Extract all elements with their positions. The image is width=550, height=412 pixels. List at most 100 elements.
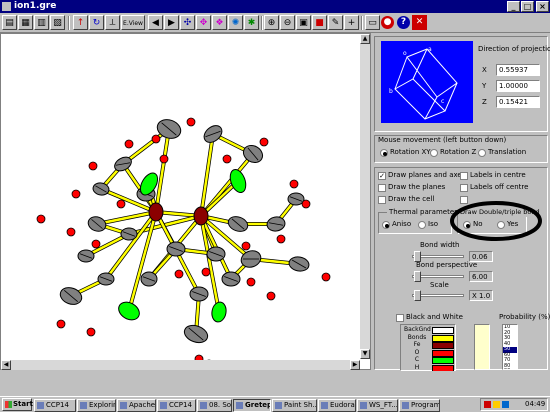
iron-atom[interactable]	[148, 202, 164, 222]
oxygen-atom[interactable]	[36, 214, 46, 224]
scroll-up-arrow-icon[interactable]: ▲	[360, 34, 370, 44]
probability-list[interactable]: 102030405060708090	[502, 324, 518, 370]
tray-icon[interactable]	[484, 401, 491, 408]
maximize-button[interactable]: □	[521, 1, 534, 12]
aniso-radio[interactable]	[382, 221, 390, 229]
stop-icon[interactable]: ●	[381, 16, 394, 29]
oxygen-atom[interactable]	[289, 179, 299, 189]
carbon-atom[interactable]	[210, 301, 227, 323]
oxygen-atom[interactable]	[174, 269, 184, 279]
black-white-checkbox[interactable]	[396, 314, 404, 322]
oxygen-atom[interactable]	[222, 154, 232, 164]
iron-atom[interactable]	[193, 206, 209, 226]
oxygen-atom[interactable]	[151, 134, 161, 144]
color-row[interactable]: C	[402, 356, 454, 364]
oxygen-atom[interactable]	[124, 139, 134, 149]
horizontal-scrollbar[interactable]: ◀ ▶	[1, 360, 360, 370]
oxygen-atom[interactable]	[201, 267, 211, 277]
open-icon[interactable]: ▤	[2, 15, 17, 30]
move-right-icon[interactable]: ▶	[164, 15, 179, 30]
print-icon[interactable]: ▥	[34, 15, 49, 30]
oxygen-atom[interactable]	[71, 189, 81, 199]
oxygen-atom[interactable]	[301, 199, 311, 209]
arrow-up-icon[interactable]: ↑	[73, 15, 88, 30]
pink-atoms-icon[interactable]: ✥	[196, 15, 211, 30]
oxygen-atom[interactable]	[66, 227, 76, 237]
move-left-icon[interactable]: ◀	[148, 15, 163, 30]
labels-centre-checkbox[interactable]	[460, 172, 468, 180]
select-icon[interactable]: ▭	[365, 15, 380, 30]
taskbar-item[interactable]: CCP14	[34, 399, 76, 412]
axes-icon[interactable]: ⟂	[105, 15, 120, 30]
document-icon[interactable]: ▧	[50, 15, 65, 30]
oxygen-atom[interactable]	[246, 277, 256, 287]
bonds-icon[interactable]: ✱	[244, 15, 259, 30]
taskbar-item[interactable]: Gretep	[233, 399, 271, 412]
help-icon[interactable]: ?	[397, 16, 410, 29]
oxygen-atom[interactable]	[259, 137, 269, 147]
oxygen-atom[interactable]	[91, 239, 101, 249]
network-icon[interactable]: ✺	[228, 15, 243, 30]
vertical-scrollbar[interactable]: ▲ ▼	[360, 34, 370, 359]
labels-off-centre-checkbox[interactable]	[460, 184, 468, 192]
oxygen-atom[interactable]	[116, 199, 126, 209]
projection-z-field[interactable]: 0.15421	[496, 96, 540, 108]
taskbar-item[interactable]: Eudora	[318, 399, 356, 412]
bond-perspective-thumb[interactable]	[414, 271, 421, 282]
color-row[interactable]: BackGnd	[402, 326, 454, 334]
scroll-right-arrow-icon[interactable]: ▶	[350, 360, 360, 370]
taskbar-item[interactable]: Program...	[399, 399, 440, 412]
taskbar-item[interactable]: Paint Sh...	[272, 399, 317, 412]
carbon-atom[interactable]	[115, 299, 142, 324]
color-row[interactable]: Fe	[402, 341, 454, 349]
taskbar-item[interactable]: CCP14	[157, 399, 196, 412]
projection-cube-view[interactable]: a b c o	[381, 41, 473, 123]
tray-icon[interactable]	[502, 401, 509, 408]
color-row[interactable]: O	[402, 349, 454, 357]
save-icon[interactable]: ▦	[18, 15, 33, 30]
molecule-drawing[interactable]	[1, 34, 360, 360]
projection-x-field[interactable]: 0.55937	[496, 64, 540, 76]
start-button[interactable]: Start	[2, 398, 33, 411]
scroll-left-arrow-icon[interactable]: ◀	[1, 360, 11, 370]
oxygen-atom[interactable]	[86, 327, 96, 337]
close-button[interactable]: ×	[536, 1, 549, 12]
oxygen-atom[interactable]	[186, 117, 196, 127]
rotation-z-radio[interactable]	[430, 149, 438, 157]
molecule-icon[interactable]: ✣	[180, 15, 195, 30]
exit-icon[interactable]: ✕	[412, 15, 427, 30]
color-row[interactable]: H	[402, 364, 454, 372]
color-icon[interactable]: ■	[312, 15, 327, 30]
fit-icon[interactable]: ▣	[296, 15, 311, 30]
oxygen-atom[interactable]	[56, 319, 66, 329]
iso-radio[interactable]	[418, 221, 426, 229]
zoom-out-icon[interactable]: ⊖	[280, 15, 295, 30]
magenta-atoms-icon[interactable]: ❖	[212, 15, 227, 30]
rotate-icon[interactable]: ↻	[89, 15, 104, 30]
projection-y-field[interactable]: 1.00000	[496, 80, 540, 92]
rotation-xy-radio[interactable]	[380, 149, 388, 157]
view-button[interactable]: E.View	[121, 15, 145, 30]
oxygen-atom[interactable]	[266, 291, 276, 301]
taskbar-item[interactable]: WS_FT...	[357, 399, 398, 412]
taskbar-item[interactable]: 08. Sort...	[197, 399, 232, 412]
draw-planes-axes-checkbox[interactable]: ✓	[378, 172, 386, 180]
probability-option[interactable]: 90	[504, 368, 510, 369]
scale-thumb[interactable]	[414, 290, 421, 301]
draw-planes-checkbox[interactable]	[378, 184, 386, 192]
oxygen-atom[interactable]	[321, 272, 331, 282]
molecule-canvas[interactable]	[0, 33, 371, 370]
zoom-in-icon[interactable]: ⊕	[264, 15, 279, 30]
edit-icon[interactable]: ✎	[328, 15, 343, 30]
draw-cell-checkbox[interactable]	[378, 196, 386, 204]
scroll-down-arrow-icon[interactable]: ▼	[360, 349, 370, 359]
taskbar-item[interactable]: Explorin...	[77, 399, 116, 412]
oxygen-atom[interactable]	[88, 161, 98, 171]
translation-radio[interactable]	[478, 149, 486, 157]
oxygen-atom[interactable]	[241, 241, 251, 251]
oxygen-atom[interactable]	[159, 154, 169, 164]
add-icon[interactable]: +	[344, 15, 359, 30]
tray-icon[interactable]	[493, 401, 500, 408]
color-row[interactable]: Bonds	[402, 334, 454, 342]
minimize-button[interactable]: _	[507, 1, 520, 12]
